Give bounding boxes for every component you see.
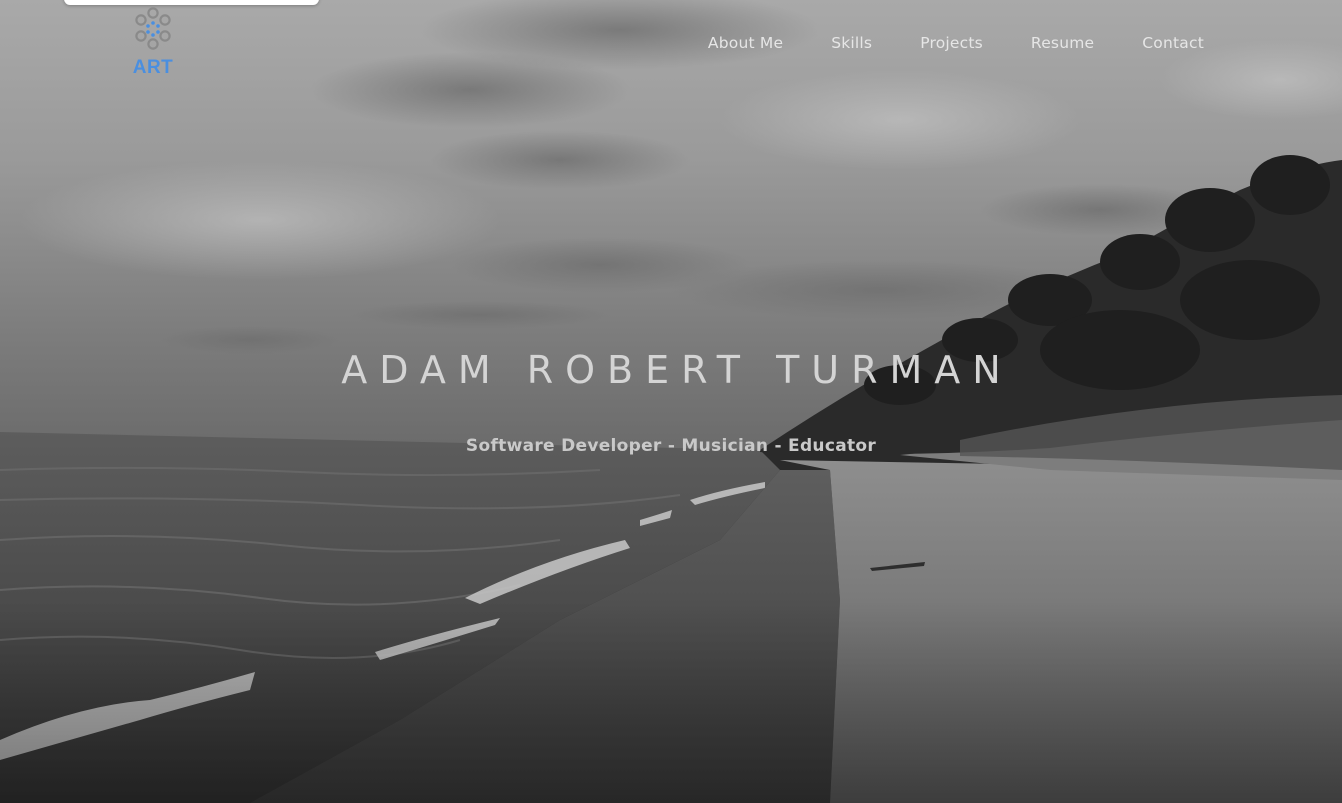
hero-title: ADAM ROBERT TURMAN — [341, 348, 1013, 392]
dot-circle-logo-icon — [135, 7, 171, 50]
nav-projects-link[interactable]: Projects — [920, 33, 983, 53]
main-nav: About Me Skills Projects Resume Contact — [708, 33, 1204, 53]
top-edge-bar — [64, 0, 319, 5]
nav-about-me-link[interactable]: About Me — [708, 33, 783, 53]
hero-subtitle: Software Developer - Musician - Educator — [465, 436, 877, 456]
beach-background-image — [0, 0, 1342, 803]
nav-skills-link[interactable]: Skills — [831, 33, 872, 53]
nav-contact-link[interactable]: Contact — [1142, 33, 1204, 53]
hero-section: ART About Me Skills Projects Resume Cont… — [0, 0, 1342, 803]
site-logo[interactable]: ART — [124, 6, 182, 84]
logo-text: ART — [132, 57, 174, 78]
nav-resume-link[interactable]: Resume — [1031, 33, 1094, 53]
